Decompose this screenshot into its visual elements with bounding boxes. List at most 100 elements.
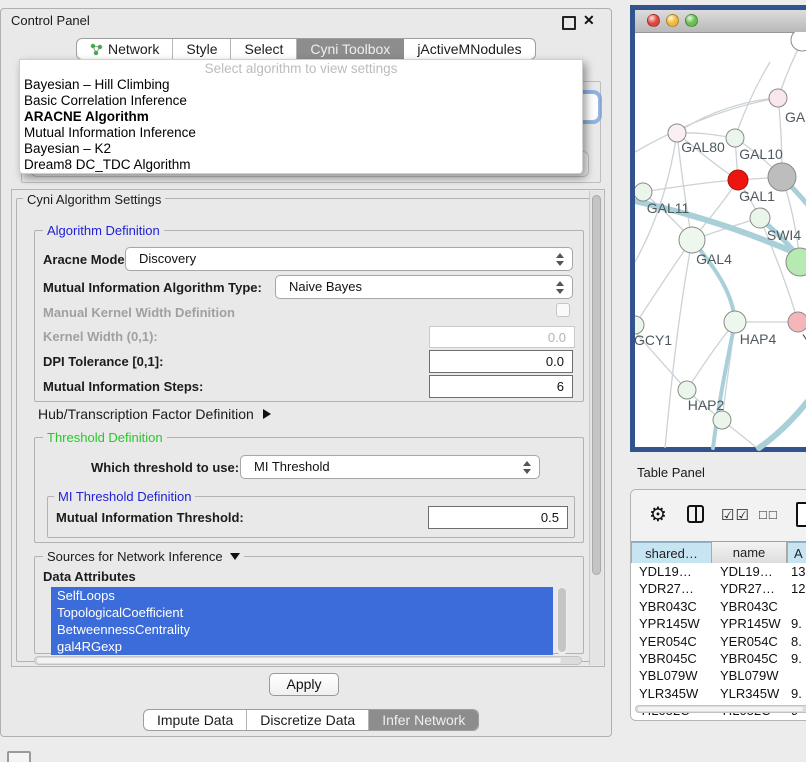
network-edge-thick [759,402,806,448]
attribute-item-selfloops[interactable]: SelfLoops [51,587,553,604]
table-header-row: shared…nameA [631,541,806,565]
expander-arrow-down-icon[interactable] [230,553,240,560]
column-header-name[interactable]: name [712,542,787,564]
attribute-item-topologicalcoefficient[interactable]: TopologicalCoefficient [51,604,553,621]
node-label-gal: GAL [785,109,806,125]
data-attributes-list[interactable]: SelfLoopsTopologicalCoefficientBetweenne… [51,587,553,655]
settings-scrollbar-thumb[interactable] [592,195,601,575]
tab-label: jActiveMNodules [417,41,521,57]
cyni-settings-group-title: Cyni Algorithm Settings [23,192,165,207]
table-row[interactable]: YDR27…YDR27…12 [631,580,806,597]
node-gal10[interactable] [726,129,744,147]
table-row[interactable]: YLR345WYLR345W9. [631,685,806,702]
table-row[interactable]: YDL19…YDL19…13 [631,563,806,580]
close-icon[interactable]: ✕ [583,12,595,29]
node-salmon[interactable] [788,312,806,332]
float-window-icon[interactable] [562,16,576,30]
node-gray[interactable] [768,163,796,191]
which-threshold-label: Which threshold to use: [91,460,239,475]
dropdown-item-bayesian-hill-climbing[interactable]: Bayesian – Hill Climbing [20,77,582,93]
cyni-settings-panel: Cyni Algorithm Settings Algorithm Defini… [11,189,605,667]
node-label-gal80: GAL80 [681,139,725,155]
threshold-definition-title: Threshold Definition [43,430,167,445]
dropdown-item-list: Bayesian – Hill ClimbingBasic Correlatio… [20,77,582,173]
kernel-width-field[interactable]: 0.0 [429,326,575,348]
dpi-tolerance-field[interactable]: 0.0 [429,350,573,373]
mi-algorithm-type-combo[interactable]: Naive Bayes [275,275,573,299]
table-cell: YLR345W [639,685,710,702]
node-gal1-red[interactable] [728,170,748,190]
close-traffic-light[interactable] [647,14,660,27]
dropdown-item-aracne-algorithm[interactable]: ARACNE Algorithm [20,109,582,125]
table-row[interactable]: YER054CYER054C8. [631,633,806,650]
list-scrollbar-thumb[interactable] [558,588,566,652]
attribute-item-gal4rgexp[interactable]: gal4RGexp [51,638,553,655]
mi-threshold-field[interactable]: 0.5 [428,506,568,529]
node-bottom[interactable] [713,411,731,429]
dropdown-item-basic-correlation-inference[interactable]: Basic Correlation Inference [20,93,582,109]
control-panel-title: Control Panel [11,13,90,28]
tab-infer-network[interactable]: Infer Network [369,710,478,730]
top-tab-bar: NetworkStyleSelectCyni Toolbox jActiveMNo… [76,38,536,60]
bottom-tab-bar: Impute DataDiscretize DataInfer Network [143,709,479,731]
unchecked-checkboxes-icon[interactable]: □□ [759,507,779,522]
manual-kernel-width-checkbox[interactable] [556,303,570,317]
tab-jactivemnodules[interactable]: jActiveMNodules [404,39,534,59]
table-cell: YDR27… [639,580,710,597]
table-row[interactable]: YPR145WYPR145W9. [631,615,806,632]
apply-button[interactable]: Apply [269,673,339,696]
table-cell: YBL079W [720,667,785,684]
expander-arrow-right-icon [263,409,271,419]
list-horizontal-scrollbar[interactable] [34,656,582,665]
tab-discretize-data[interactable]: Discretize Data [247,710,369,730]
mi-steps-label: Mutual Information Steps: [43,379,203,394]
tab-style[interactable]: Style [173,39,231,59]
mi-threshold-definition-title: MI Threshold Definition [54,489,195,504]
network-window-titlebar[interactable] [635,10,806,33]
table-cell: YBR045C [720,650,785,667]
hub-expander-label: Hub/Transcription Factor Definition [38,406,254,422]
tab-network[interactable]: Network [77,39,173,59]
tab-select[interactable]: Select [231,39,297,59]
zoom-traffic-light[interactable] [685,14,698,27]
column-header-shared[interactable]: shared… [631,542,712,564]
attribute-item-betweennesscentrality[interactable]: BetweennessCentrality [51,621,553,638]
split-columns-icon[interactable] [687,505,704,523]
dpi-tolerance-label: DPI Tolerance [0,1]: [43,354,163,369]
column-header-a[interactable]: A [787,542,806,564]
table-cell: YDL19… [639,563,710,580]
node-hap4[interactable] [724,311,746,333]
hub-transcription-expander[interactable]: Hub/Transcription Factor Definition [38,406,271,422]
gear-icon[interactable]: ⚙ [649,502,667,527]
tab-cyni-toolbox[interactable]: Cyni Toolbox [297,39,404,59]
aracne-mode-combo[interactable]: Discovery [125,247,573,271]
node-gal4[interactable] [679,227,705,253]
node-label-swi4: SWI4 [767,227,801,243]
which-threshold-combo[interactable]: MI Threshold [240,455,540,479]
document-icon[interactable] [796,502,806,527]
network-canvas[interactable]: GALGAL80GAL10GAL1GAL11SWI4GAL4GCY1HAP4YH… [635,32,806,452]
minimized-panel-icon[interactable] [7,751,31,762]
minimize-traffic-light[interactable] [666,14,679,27]
node-gal11[interactable] [635,183,652,201]
table-row[interactable]: YBL079WYBL079W [631,667,806,684]
dropdown-item-mutual-information-inference[interactable]: Mutual Information Inference [20,125,582,141]
list-vertical-scrollbar[interactable] [557,587,567,655]
mi-steps-field[interactable]: 6 [429,375,573,398]
table-row[interactable]: YBR043CYBR043C [631,598,806,615]
checked-checkboxes-icon[interactable]: ☑☑ [721,506,750,524]
list-hscrollbar-thumb[interactable] [37,658,561,663]
network-icon [90,43,103,56]
table-horizontal-scrollbar[interactable] [635,705,806,713]
node-top-right[interactable] [791,32,806,51]
table-row[interactable]: YBR045CYBR045C9. [631,650,806,667]
table-cell: 9. [791,650,806,667]
dropdown-item-bayesian-k2[interactable]: Bayesian – K2 [20,141,582,157]
tab-impute-data[interactable]: Impute Data [144,710,247,730]
node-pink-top[interactable] [769,89,787,107]
dropdown-item-dream8-dc-tdc-algorithm[interactable]: Dream8 DC_TDC Algorithm [20,157,582,173]
table-panel-title: Table Panel [637,465,705,480]
table-hscrollbar-thumb[interactable] [638,707,803,711]
settings-vertical-scrollbar[interactable] [589,191,603,665]
node-swi4[interactable] [750,208,770,228]
